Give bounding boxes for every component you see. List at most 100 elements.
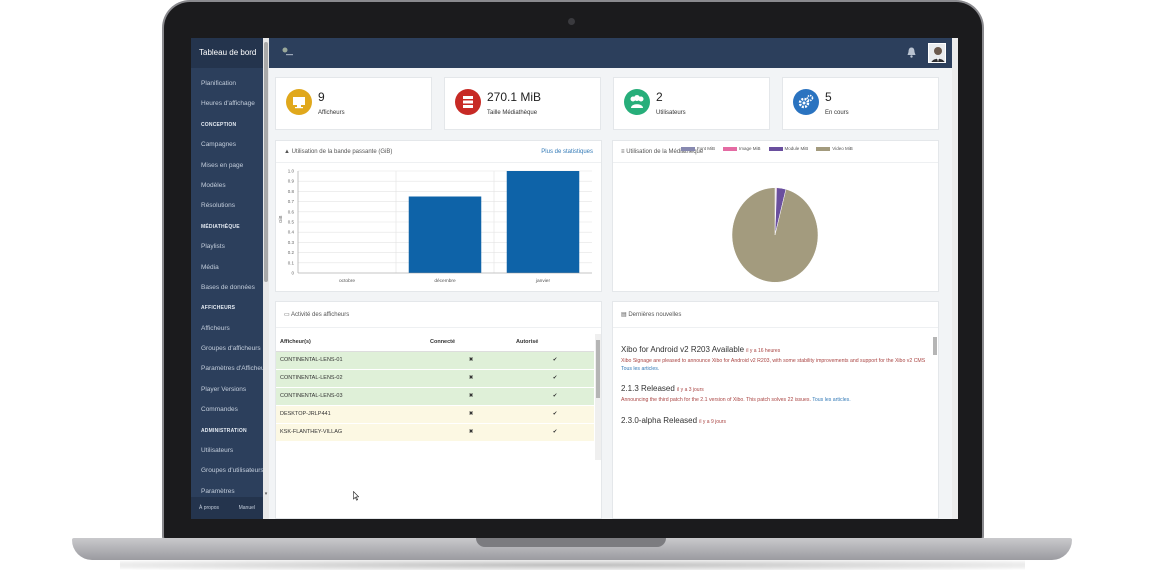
- col-display[interactable]: Afficheur(s): [276, 334, 426, 352]
- news-age: il y a 9 jours: [699, 418, 726, 425]
- all-articles-link[interactable]: Tous les articles.: [812, 397, 850, 403]
- connected-cell: ✖: [426, 387, 512, 406]
- table-row[interactable]: CONTINENTAL-LENS-01 ✖ ✔: [276, 351, 594, 370]
- col-authorized[interactable]: Autorisé: [512, 334, 594, 352]
- sidebar-item[interactable]: Bases de données: [191, 278, 263, 298]
- table-row[interactable]: DESKTOP-JRLP441 ✖ ✔: [276, 405, 594, 424]
- more-stats-link[interactable]: Plus de statistiques: [541, 141, 593, 163]
- user-avatar-icon: [929, 44, 945, 62]
- y-axis-label: GiB: [278, 215, 283, 223]
- legend-swatch: [723, 146, 738, 151]
- bandwidth-chart: 0 0.1 0.2 0.3 0.4 0.5 0.6 0.7 0.8 0.9 1.0 GiB octobr…: [278, 169, 592, 284]
- pie-legend: Font MiB Image MiB Module MiB Video MiB: [681, 146, 853, 151]
- news-headline[interactable]: 2.3.0-alpha Released il y a 9 jours: [621, 415, 931, 428]
- col-connected[interactable]: Connecté: [426, 334, 512, 352]
- authorized-cell: ✔: [512, 423, 594, 442]
- table-row[interactable]: CONTINENTAL-LENS-03 ✖ ✔: [276, 387, 594, 406]
- legend-item[interactable]: Font MiB: [681, 146, 715, 151]
- activity-scrollbar[interactable]: [595, 334, 601, 460]
- bar-janvier[interactable]: [506, 171, 580, 273]
- server-icon: [455, 89, 481, 115]
- display-name-cell: CONTINENTAL-LENS-02: [276, 369, 426, 388]
- laptop-shadow: [120, 560, 1025, 570]
- stat-card-users[interactable]: 2 Utilisateurs: [613, 77, 770, 130]
- sidebar-item[interactable]: Heures d'affichage: [191, 94, 263, 114]
- y-tick-label: 0.1: [288, 260, 295, 265]
- news-scrollbar[interactable]: [932, 334, 938, 460]
- page-scrollbar[interactable]: [952, 38, 958, 519]
- legend-item[interactable]: Module MiB: [768, 146, 808, 151]
- display-activity-panel: ▭ Activité des afficheurs Afficheur(s) C…: [275, 301, 602, 519]
- sidebar-item[interactable]: Modèles: [191, 176, 263, 196]
- user-status-icon[interactable]: [281, 47, 293, 57]
- legend-swatch: [681, 146, 695, 151]
- y-tick-label: 0.4: [288, 230, 295, 235]
- stat-label: En cours: [825, 110, 849, 116]
- monitor-icon: [286, 89, 312, 115]
- connected-cell: ✖: [426, 423, 512, 442]
- all-articles-link[interactable]: Tous les articles.: [621, 366, 659, 372]
- display-name-cell: CONTINENTAL-LENS-03: [276, 387, 426, 406]
- stat-card-in-progress[interactable]: 5 En cours: [782, 77, 939, 130]
- sidebar-scroll-thumb[interactable]: [264, 42, 268, 282]
- user-avatar[interactable]: [928, 43, 946, 63]
- monitor-small-icon: ▭: [284, 312, 290, 318]
- news-body: Xibo Signage are pleased to announce Xib…: [621, 357, 926, 373]
- legend-item[interactable]: Video MiB: [816, 146, 853, 151]
- news-age: il y a 16 heures: [746, 348, 781, 354]
- brand-dashboard-link[interactable]: Tableau de bord: [191, 38, 263, 68]
- stat-card-library-size[interactable]: 270.1 MiB Taille Médiathèque: [444, 77, 601, 130]
- news-feed[interactable]: Xibo for Android v2 R203 Available il y …: [613, 334, 933, 460]
- about-link[interactable]: À propos: [199, 505, 219, 511]
- bar-décembre[interactable]: [408, 196, 482, 274]
- table-row[interactable]: KSK-FLANTHEY-VILLAG ✖ ✔: [276, 423, 594, 442]
- sidebar-item[interactable]: Paramètres d'Afficheur: [191, 359, 263, 379]
- mouse-cursor-icon: [353, 491, 359, 501]
- display-name-cell: CONTINENTAL-LENS-01: [276, 351, 426, 370]
- news-panel: ▤ Dernières nouvelles Xibo for Android v…: [612, 301, 939, 519]
- legend-swatch: [768, 146, 783, 151]
- news-headline[interactable]: 2.1.3 Released il y a 3 jours: [621, 383, 931, 396]
- sidebar-item[interactable]: Campagnes: [191, 135, 263, 155]
- sidebar-section-heading: ADMINISTRATION: [201, 427, 247, 434]
- sidebar-item[interactable]: Commandes: [191, 400, 263, 420]
- sidebar-item[interactable]: Planification: [191, 74, 263, 94]
- list-icon: ≡: [621, 149, 625, 155]
- display-name-cell: DESKTOP-JRLP441: [276, 405, 426, 424]
- sidebar-item[interactable]: Média: [191, 258, 263, 278]
- manual-link[interactable]: Manuel: [239, 505, 255, 511]
- users-icon: [624, 89, 650, 115]
- activity-scroll-thumb[interactable]: [596, 340, 600, 398]
- legend-swatch: [816, 146, 831, 151]
- pie-slice-video[interactable]: [731, 187, 819, 283]
- activity-table: Afficheur(s) Connecté Autorisé CONTINENT…: [276, 334, 594, 442]
- news-scroll-thumb[interactable]: [933, 337, 937, 355]
- activity-table-wrap[interactable]: Afficheur(s) Connecté Autorisé CONTINENT…: [276, 334, 594, 460]
- x-tick-label: octobre: [339, 278, 355, 284]
- sidebar-item[interactable]: Player Versions: [191, 380, 263, 400]
- activity-title: Activité des afficheurs: [291, 312, 350, 318]
- sidebar-item[interactable]: Utilisateurs: [191, 441, 263, 461]
- news-headline[interactable]: Xibo for Android v2 R203 Available il y …: [621, 344, 931, 357]
- dashboard-content: 9 Afficheurs 270.1 MiB Taille Médiathèqu…: [269, 68, 952, 519]
- screen: Tableau de bord Planification Heures d'af…: [191, 38, 958, 519]
- legend-item[interactable]: Image MiB: [723, 146, 761, 151]
- library-pie-chart: [731, 187, 819, 283]
- sidebar-item[interactable]: Groupes d'afficheurs: [191, 339, 263, 359]
- stat-value: 2: [656, 90, 663, 104]
- sidebar-item[interactable]: Mises en page: [191, 156, 263, 176]
- stat-label: Afficheurs: [318, 110, 345, 116]
- authorized-cell: ✔: [512, 387, 594, 406]
- sidebar-item[interactable]: Résolutions: [191, 196, 263, 216]
- sidebar-item[interactable]: Groupes d'utilisateurs: [191, 461, 263, 481]
- bell-icon[interactable]: [907, 47, 916, 58]
- stat-card-displays[interactable]: 9 Afficheurs: [275, 77, 432, 130]
- sidebar-item[interactable]: Playlists: [191, 237, 263, 257]
- authorized-cell: ✔: [512, 369, 594, 388]
- y-tick-label: 0.6: [288, 209, 295, 214]
- connected-cell: ✖: [426, 351, 512, 370]
- table-row[interactable]: CONTINENTAL-LENS-02 ✖ ✔: [276, 369, 594, 388]
- sidebar-item[interactable]: Afficheurs: [191, 319, 263, 339]
- x-tick-label: janvier: [535, 278, 551, 284]
- authorized-cell: ✔: [512, 405, 594, 424]
